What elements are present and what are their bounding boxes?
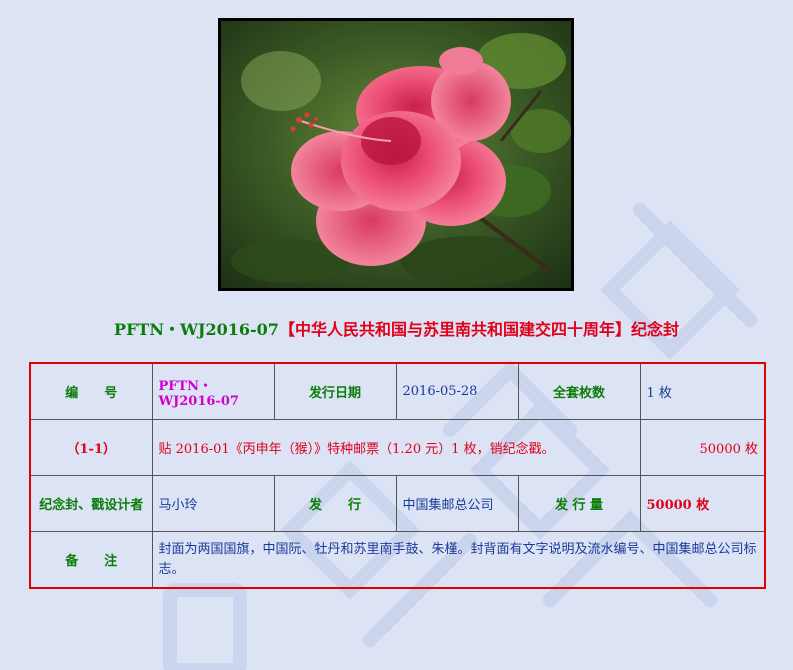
title-name: 【中华人民共和国与苏里南共和国建交四十周年】 xyxy=(278,320,631,339)
item-quantity: 50000 枚 xyxy=(639,419,766,476)
issuer-label: 发 行 xyxy=(273,475,397,532)
table-row: 纪念封、戳设计者 马小玲 发 行 中国集邮总公司 发 行 量 50000 枚 xyxy=(29,475,766,532)
designer-value: 马小玲 xyxy=(151,475,275,532)
set-count-label: 全套枚数 xyxy=(517,362,641,420)
date-label: 发行日期 xyxy=(273,362,397,420)
item-label: （1-1） xyxy=(29,419,153,476)
set-count-value: 1 枚 xyxy=(639,362,766,420)
number-value: PFTN・WJ2016-07 xyxy=(151,362,275,420)
volume-value: 50000 枚 xyxy=(639,475,766,532)
item-description: 贴 2016-01《丙申年（猴）》特种邮票（1.20 元）1 枚，销纪念戳。 xyxy=(151,419,641,476)
designer-label: 纪念封、戳设计者 xyxy=(29,475,153,532)
issuer-value: 中国集邮总公司 xyxy=(395,475,519,532)
hibiscus-flower-image xyxy=(221,21,571,288)
hibiscus-photo xyxy=(218,18,574,291)
table-row: 编 号 PFTN・WJ2016-07 发行日期 2016-05-28 全套枚数 … xyxy=(29,362,766,420)
date-value: 2016-05-28 xyxy=(395,362,519,420)
table-row: （1-1） 贴 2016-01《丙申年（猴）》特种邮票（1.20 元）1 枚，销… xyxy=(29,419,766,476)
title-suffix: 纪念封 xyxy=(630,320,679,339)
table-row: 备 注 封面为两国国旗，中国阮、牡丹和苏里南手鼓、朱槿。封背面有文字说明及流水编… xyxy=(29,531,766,589)
cover-info-table: 编 号 PFTN・WJ2016-07 发行日期 2016-05-28 全套枚数 … xyxy=(29,362,766,589)
title-code: PFTN・WJ2016-07 xyxy=(114,320,279,339)
volume-label: 发 行 量 xyxy=(517,475,641,532)
remark-label: 备 注 xyxy=(29,531,153,589)
remark-value: 封面为两国国旗，中国阮、牡丹和苏里南手鼓、朱槿。封背面有文字说明及流水编号、中国… xyxy=(151,531,766,589)
page-title: PFTN・WJ2016-07【中华人民共和国与苏里南共和国建交四十周年】纪念封 xyxy=(0,319,793,341)
number-label: 编 号 xyxy=(29,362,153,420)
